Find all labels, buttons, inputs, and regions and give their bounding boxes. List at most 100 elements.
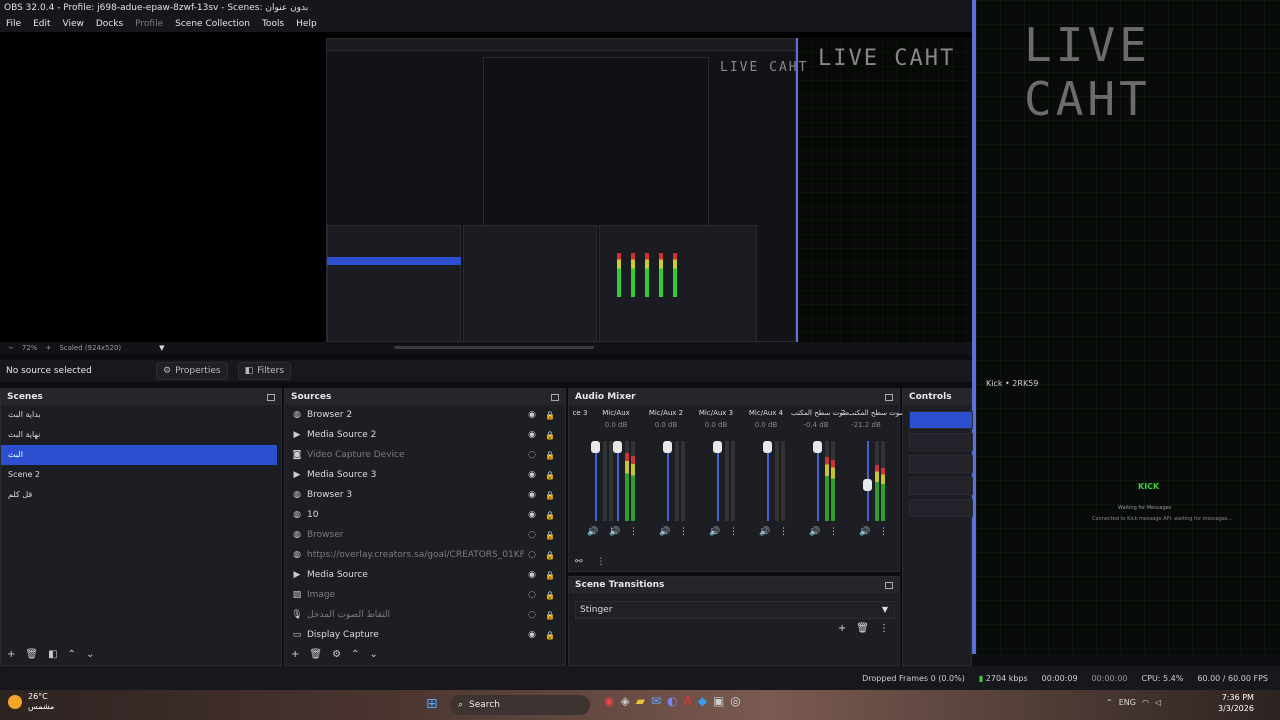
menu-help[interactable]: Help <box>296 19 317 29</box>
start-streaming-button[interactable] <box>909 411 973 429</box>
lock-icon[interactable]: 🔒 <box>543 571 557 580</box>
volume-track[interactable] <box>667 441 669 521</box>
chevron-down-icon[interactable]: ▼ <box>159 344 164 352</box>
visibility-eye-icon[interactable]: ◉ <box>525 410 539 420</box>
taskbar-search[interactable]: ⌕ Search <box>450 695 590 715</box>
weather-widget[interactable]: 26°C مشمس <box>8 692 54 712</box>
menu-view[interactable]: View <box>63 19 84 29</box>
speaker-icon[interactable]: 🔊 <box>859 527 870 537</box>
add-icon[interactable]: + <box>7 649 15 660</box>
transition-select[interactable]: Stinger ▼ <box>575 601 895 619</box>
settings-button[interactable] <box>909 499 973 517</box>
volume-knob[interactable] <box>863 479 872 491</box>
trash-icon[interactable]: 🗑 <box>856 623 869 634</box>
zoom-out-icon[interactable]: − <box>8 344 14 352</box>
filter-icon[interactable]: ◧ <box>48 649 57 660</box>
studio-mode-button[interactable] <box>909 477 973 495</box>
preview-scrollbar[interactable] <box>394 346 594 349</box>
source-item[interactable]: ◍ https://overlay.creators.sa/goal/CREATO… <box>285 545 565 565</box>
visibility-eye-icon[interactable]: ◉ <box>525 470 539 480</box>
volume-icon[interactable]: ◁ <box>1155 698 1161 707</box>
language[interactable]: ENG <box>1119 698 1136 707</box>
steam-icon[interactable]: ◈ <box>620 694 629 708</box>
visibility-eye-icon[interactable]: ◉ <box>525 430 539 440</box>
visibility-eye-icon[interactable]: ◉ <box>525 510 539 520</box>
obs-icon[interactable]: ◎ <box>730 694 740 708</box>
arrow-up-icon[interactable]: ⌃ <box>68 649 76 660</box>
volume-track[interactable] <box>817 441 819 521</box>
speaker-icon[interactable]: 🔊 <box>809 527 820 537</box>
trash-icon[interactable]: 🗑 <box>25 649 38 660</box>
visibility-eye-icon[interactable]: ◌ <box>525 530 539 540</box>
arrow-down-icon[interactable]: ⌄ <box>369 649 377 660</box>
virtual-camera-button[interactable] <box>909 455 973 473</box>
source-item[interactable]: ▶ Media Source 3 ◉ 🔒 <box>285 465 565 485</box>
folder-icon[interactable]: ▰ <box>636 694 645 708</box>
lock-icon[interactable]: 🔒 <box>543 491 557 500</box>
speaker-icon[interactable]: 🔊 <box>759 527 770 537</box>
source-item[interactable]: ◍ Browser 3 ◉ 🔒 <box>285 485 565 505</box>
filters-button[interactable]: ◧ Filters <box>237 362 292 380</box>
source-item[interactable]: ▶ Media Source 2 ◉ 🔒 <box>285 425 565 445</box>
undock-icon[interactable] <box>885 393 893 401</box>
arrow-up-icon[interactable]: ⌃ <box>351 649 359 660</box>
vscode-icon[interactable]: ◆ <box>698 694 707 708</box>
scene-item[interactable]: قل كلم <box>1 485 281 505</box>
lock-icon[interactable]: 🔒 <box>543 611 557 620</box>
menu-dots-icon[interactable]: ⋮ <box>679 527 688 537</box>
visibility-eye-icon[interactable]: ◉ <box>525 570 539 580</box>
menu-scene-collection[interactable]: Scene Collection <box>175 19 250 29</box>
source-item[interactable]: ◍ 10 ◉ 🔒 <box>285 505 565 525</box>
source-item[interactable]: ◍ Browser ◌ 🔒 <box>285 525 565 545</box>
mail-icon[interactable]: ✉ <box>651 694 661 708</box>
menu-docks[interactable]: Docks <box>96 19 123 29</box>
acrobat-icon[interactable]: A <box>684 694 692 708</box>
volume-knob[interactable] <box>813 441 822 453</box>
volume-track[interactable] <box>767 441 769 521</box>
source-item[interactable]: ▶ Media Source ◉ 🔒 <box>285 565 565 585</box>
trash-icon[interactable]: 🗑 <box>309 649 322 660</box>
properties-button[interactable]: ⚙ Properties <box>156 362 228 380</box>
menu-dots-icon[interactable]: ⋮ <box>779 527 788 537</box>
menu-file[interactable]: File <box>6 19 21 29</box>
visibility-eye-icon[interactable]: ◉ <box>525 490 539 500</box>
start-recording-button[interactable] <box>909 433 973 451</box>
source-item[interactable]: 🎙 التقاط الصوت المدخل ◌ 🔒 <box>285 605 565 625</box>
source-item[interactable]: ▭ Display Capture ◉ 🔒 <box>285 625 565 645</box>
menu-edit[interactable]: Edit <box>33 19 50 29</box>
visibility-eye-icon[interactable]: ◌ <box>525 450 539 460</box>
lock-icon[interactable]: 🔒 <box>543 591 557 600</box>
source-item[interactable]: ▨ Image ◌ 🔒 <box>285 585 565 605</box>
menu-dots-icon[interactable]: ⋮ <box>629 527 638 537</box>
volume-knob[interactable] <box>613 441 622 453</box>
menu-tools[interactable]: Tools <box>262 19 284 29</box>
lock-icon[interactable]: 🔒 <box>543 551 557 560</box>
lock-icon[interactable]: 🔒 <box>543 411 557 420</box>
windows-start-icon[interactable]: ⊞ <box>426 696 438 712</box>
add-icon[interactable]: + <box>838 623 846 634</box>
menu-dots-icon[interactable]: ⋮ <box>829 527 838 537</box>
scene-item[interactable]: نهاية البث <box>1 425 281 445</box>
volume-knob[interactable] <box>763 441 772 453</box>
clock[interactable]: 7:36 PM 3/3/2026 <box>1218 692 1254 714</box>
undock-icon[interactable] <box>267 393 275 401</box>
source-item[interactable]: ◍ Browser 2 ◉ 🔒 <box>285 405 565 425</box>
volume-track[interactable] <box>717 441 719 521</box>
speaker-icon[interactable]: 🔊 <box>709 527 720 537</box>
volume-track[interactable] <box>617 441 619 521</box>
arrow-down-icon[interactable]: ⌄ <box>86 649 94 660</box>
menu-profile[interactable]: Profile <box>135 19 163 29</box>
undock-icon[interactable] <box>885 581 893 589</box>
app-icon[interactable]: ▣ <box>713 694 724 708</box>
chrome-icon[interactable]: ◉ <box>604 694 614 708</box>
visibility-eye-icon[interactable]: ◌ <box>525 550 539 560</box>
visibility-eye-icon[interactable]: ◌ <box>525 590 539 600</box>
gear-icon[interactable]: ⚙ <box>332 649 341 660</box>
speaker-icon[interactable]: 🔊 <box>659 527 670 537</box>
menu-dots-icon[interactable]: ⋮ <box>879 527 888 537</box>
lock-icon[interactable]: 🔒 <box>543 511 557 520</box>
lock-icon[interactable]: 🔒 <box>543 531 557 540</box>
lock-icon[interactable]: 🔒 <box>543 451 557 460</box>
discord-icon[interactable]: ◐ <box>667 694 677 708</box>
lock-icon[interactable]: 🔒 <box>543 471 557 480</box>
